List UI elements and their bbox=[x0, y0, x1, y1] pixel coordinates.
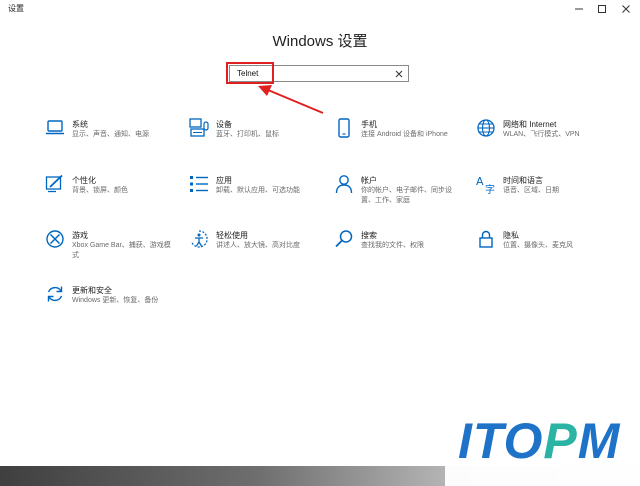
search-icon bbox=[334, 229, 354, 249]
tile-name: 设备 bbox=[216, 120, 232, 129]
tile-description: 你的帐户、电子邮件、同步设置、工作、家庭 bbox=[361, 187, 452, 204]
watermark-part-3: M bbox=[577, 413, 621, 469]
close-window-button[interactable] bbox=[613, 0, 639, 18]
tile-name: 时间和语言 bbox=[503, 176, 543, 185]
maximize-button[interactable] bbox=[589, 0, 615, 18]
tile-description: 显示、声音、通知、电源 bbox=[72, 131, 149, 138]
paint-icon bbox=[45, 174, 65, 194]
svg-text:字: 字 bbox=[485, 183, 495, 194]
tile-description: WLAN、飞行模式、VPN bbox=[503, 131, 580, 138]
tile-name: 隐私 bbox=[503, 231, 519, 240]
keyboard-icon bbox=[189, 118, 209, 138]
tile-time-language[interactable]: A字 时间和语言 语音、区域、日期 bbox=[476, 174, 606, 214]
tile-name: 轻松使用 bbox=[216, 231, 248, 240]
tile-description: 讲述人、放大镜、高对比度 bbox=[216, 242, 300, 249]
watermark-logo: ITOPM bbox=[458, 416, 620, 466]
tile-name: 系统 bbox=[72, 120, 88, 129]
language-icon: A字 bbox=[476, 174, 496, 194]
minimize-icon bbox=[575, 8, 583, 10]
person-icon bbox=[334, 174, 354, 194]
tile-personalization[interactable]: 个性化 背景、锁屏、颜色 bbox=[45, 174, 175, 214]
tile-description: Xbox Game Bar、捕获、游戏模式 bbox=[72, 242, 171, 259]
lock-icon bbox=[476, 229, 496, 249]
tile-description: Windows 更新、恢复、备份 bbox=[72, 297, 159, 304]
tile-name: 应用 bbox=[216, 176, 232, 185]
clear-icon bbox=[395, 70, 403, 78]
close-icon bbox=[622, 5, 630, 13]
tile-description: 卸载、默认应用、可选功能 bbox=[216, 187, 300, 194]
maximize-icon bbox=[598, 5, 606, 13]
globe-icon bbox=[476, 118, 496, 138]
tile-name: 手机 bbox=[361, 120, 377, 129]
tile-accounts[interactable]: 帐户 你的帐户、电子邮件、同步设置、工作、家庭 bbox=[334, 174, 464, 214]
tile-ease-of-access[interactable]: 轻松使用 讲述人、放大镜、高对比度 bbox=[189, 229, 319, 269]
tile-search[interactable]: 搜索 查找我的文件、权限 bbox=[334, 229, 464, 269]
tile-name: 网络和 Internet bbox=[503, 120, 557, 129]
tile-description: 位置、摄像头、麦克风 bbox=[503, 242, 573, 249]
annotation-highlight-box bbox=[226, 62, 274, 84]
tile-network[interactable]: 网络和 Internet WLAN、飞行模式、VPN bbox=[476, 118, 606, 158]
tile-system[interactable]: 系统 显示、声音、通知、电源 bbox=[45, 118, 175, 158]
svg-text:A: A bbox=[476, 175, 484, 188]
tile-privacy[interactable]: 隐私 位置、摄像头、麦克风 bbox=[476, 229, 606, 269]
tile-name: 搜索 bbox=[361, 231, 377, 240]
xbox-icon bbox=[45, 229, 65, 249]
title-bar: 设置 bbox=[0, 0, 640, 18]
watermark-part-2: P bbox=[543, 413, 578, 469]
apps-list-icon bbox=[189, 174, 209, 194]
clear-search-button[interactable] bbox=[393, 68, 405, 80]
tile-devices[interactable]: 设备 蓝牙、打印机、鼠标 bbox=[189, 118, 319, 158]
tile-name: 个性化 bbox=[72, 176, 96, 185]
tile-description: 背景、锁屏、颜色 bbox=[72, 187, 128, 194]
tile-description: 蓝牙、打印机、鼠标 bbox=[216, 131, 279, 138]
tile-apps[interactable]: 应用 卸载、默认应用、可选功能 bbox=[189, 174, 319, 214]
sync-icon bbox=[45, 284, 65, 304]
watermark-part-1: ITO bbox=[458, 413, 544, 469]
tile-name: 更新和安全 bbox=[72, 286, 112, 295]
phone-icon bbox=[334, 118, 354, 138]
tile-gaming[interactable]: 游戏 Xbox Game Bar、捕获、游戏模式 bbox=[45, 229, 175, 269]
tile-description: 语音、区域、日期 bbox=[503, 187, 559, 194]
tile-phone[interactable]: 手机 连接 Android 设备和 iPhone bbox=[334, 118, 464, 158]
tile-name: 游戏 bbox=[72, 231, 88, 240]
tile-description: 查找我的文件、权限 bbox=[361, 242, 424, 249]
tile-name: 帐户 bbox=[361, 176, 377, 185]
window-title: 设置 bbox=[8, 4, 24, 13]
laptop-icon bbox=[45, 118, 65, 138]
tile-description: 连接 Android 设备和 iPhone bbox=[361, 131, 448, 138]
tile-update-security[interactable]: 更新和安全 Windows 更新、恢复、备份 bbox=[45, 284, 175, 324]
page-title: Windows 设置 bbox=[272, 33, 368, 50]
accessibility-icon bbox=[189, 229, 209, 249]
